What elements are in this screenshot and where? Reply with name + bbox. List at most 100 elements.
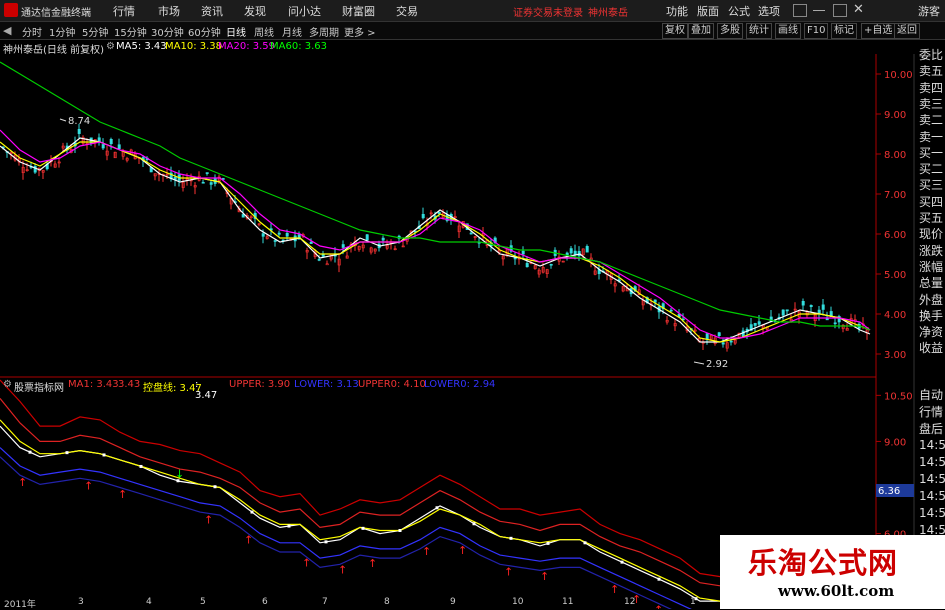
candle-body	[821, 304, 825, 310]
tool-restore-rights[interactable]: 复权	[662, 23, 688, 39]
signal-dot	[583, 541, 587, 545]
period-15min[interactable]: 15分钟	[114, 24, 147, 39]
buy-arrow-icon: ↑	[458, 544, 467, 557]
side-panel-label: 买一	[919, 145, 944, 160]
signal-dot	[435, 506, 439, 510]
candle-body	[753, 323, 757, 326]
menu-assistant[interactable]: 问小达	[288, 3, 321, 19]
menu-layout[interactable]: 版面	[697, 3, 719, 19]
side-panel-label: 买四	[919, 194, 944, 209]
minimize-icon[interactable]	[813, 4, 825, 11]
upper-axis-label: 3.00	[884, 350, 906, 361]
date-axis-label: 7	[322, 597, 328, 607]
menu-discover[interactable]: 发现	[244, 3, 266, 19]
candle-body	[365, 234, 369, 241]
tool-overlay[interactable]: 叠加	[688, 23, 714, 39]
period-more[interactable]: 更多 >	[344, 24, 376, 39]
buy-arrow-icon: ↑	[610, 583, 619, 596]
kline-chart-area[interactable]: 10.00 9.00 8.00 7.00 6.00 5.00 4.00 3.00 10.50 9…	[0, 54, 945, 609]
candle-body	[101, 144, 105, 149]
tool-f10[interactable]: F10	[804, 23, 829, 39]
period-60min[interactable]: 60分钟	[188, 24, 221, 39]
menu-news[interactable]: 资讯	[201, 3, 223, 19]
indicator-control-line: 控盘线: 3.47	[143, 383, 202, 394]
candle-body	[705, 333, 709, 340]
date-axis-label: 10	[512, 597, 524, 607]
trade-login-status[interactable]: 证券交易未登录	[513, 4, 583, 19]
date-axis-label: 5	[200, 597, 206, 607]
buy-arrow-icon: ↑	[422, 545, 431, 558]
candle-body	[309, 241, 313, 244]
app-title: 通达信金融终端	[21, 8, 91, 19]
period-daily[interactable]: 日线	[226, 24, 246, 39]
period-monthly[interactable]: 月线	[282, 24, 302, 39]
side-panel-mode[interactable]: 行情	[919, 403, 943, 420]
candle-body	[521, 250, 525, 255]
candle-body	[77, 128, 81, 134]
candle-body	[421, 213, 425, 219]
buy-arrow-icon: ↑	[504, 566, 513, 579]
signal-dot	[361, 526, 365, 530]
ma-line-ma60	[0, 61, 871, 331]
grid-icon[interactable]	[793, 4, 807, 17]
tool-add-watchlist[interactable]: +自选	[861, 23, 896, 39]
tool-draw[interactable]: 画线	[775, 23, 801, 39]
upper-axis-label: 6.00	[884, 230, 906, 241]
menu-trade[interactable]: 交易	[396, 3, 418, 19]
period-1min[interactable]: 1分钟	[49, 24, 75, 39]
close-icon[interactable]: ✕	[853, 2, 864, 17]
tool-back[interactable]: 返回	[894, 23, 920, 39]
ma60-value: MA60: 3.63	[270, 41, 328, 52]
watermark-brand: 乐淘公式网	[748, 546, 899, 580]
lower-indicator-axis: 10.509.007.506.00	[876, 391, 913, 541]
tool-mark[interactable]: 标记	[831, 23, 857, 39]
candle-body	[801, 301, 805, 306]
candle-body	[653, 299, 657, 303]
period-30min[interactable]: 30分钟	[151, 24, 184, 39]
maximize-icon[interactable]	[833, 4, 847, 17]
buy-arrow-icon: ↑	[118, 488, 127, 501]
side-panel-label: 涨幅	[919, 259, 944, 274]
side-panel-label: 委比	[919, 48, 944, 62]
period-toolbar: ◀ 分时 1分钟 5分钟 15分钟 30分钟 60分钟 日线 周线 月线 多周期…	[0, 22, 945, 40]
indicator-gear-icon[interactable]: ⚙	[3, 379, 12, 390]
buy-arrow-icon: ↑	[244, 534, 253, 547]
candle-body	[117, 144, 121, 149]
side-panel-label: 卖三	[919, 96, 944, 111]
back-icon[interactable]: ◀	[3, 24, 11, 37]
tool-multi-stock[interactable]: 多股	[717, 23, 743, 39]
low-price-pointer	[693, 361, 705, 365]
date-axis-label: 1	[690, 597, 696, 607]
period-5min[interactable]: 5分钟	[82, 24, 108, 39]
candlesticks	[1, 123, 869, 352]
signal-dot	[324, 540, 328, 544]
side-panel-mode[interactable]: 自动	[919, 386, 943, 403]
period-timeshare[interactable]: 分时	[22, 24, 42, 39]
signal-dot	[472, 522, 476, 526]
side-panel-label: 总量	[919, 276, 944, 291]
candle-body	[729, 340, 733, 343]
menu-formula[interactable]: 公式	[728, 3, 750, 19]
signal-dot	[546, 541, 550, 545]
indicator-control-repeat: : 3.47	[195, 379, 218, 401]
menu-quotes[interactable]: 行情	[113, 3, 135, 19]
candle-body	[585, 246, 589, 253]
menu-wealth[interactable]: 财富圈	[342, 3, 375, 19]
side-panel-mode[interactable]: 盘后	[919, 420, 943, 437]
menu-market[interactable]: 市场	[158, 3, 180, 19]
signal-dot	[65, 451, 69, 455]
period-multi[interactable]: 多周期	[309, 24, 339, 39]
ma-line-ma10	[0, 141, 871, 343]
settings-gear-icon[interactable]: ⚙	[106, 41, 115, 52]
candle-body	[549, 263, 553, 266]
side-panel-time: 14:56	[919, 489, 945, 503]
signal-dot	[139, 464, 143, 468]
login-label[interactable]: 游客	[918, 3, 940, 19]
candle-body	[809, 305, 813, 307]
tool-statistics[interactable]: 统计	[746, 23, 772, 39]
menu-functions[interactable]: 功能	[666, 3, 688, 19]
date-axis-label: 2011年	[4, 600, 36, 610]
period-weekly[interactable]: 周线	[254, 24, 274, 39]
menu-options[interactable]: 选项	[758, 3, 780, 19]
candle-body	[205, 172, 209, 174]
